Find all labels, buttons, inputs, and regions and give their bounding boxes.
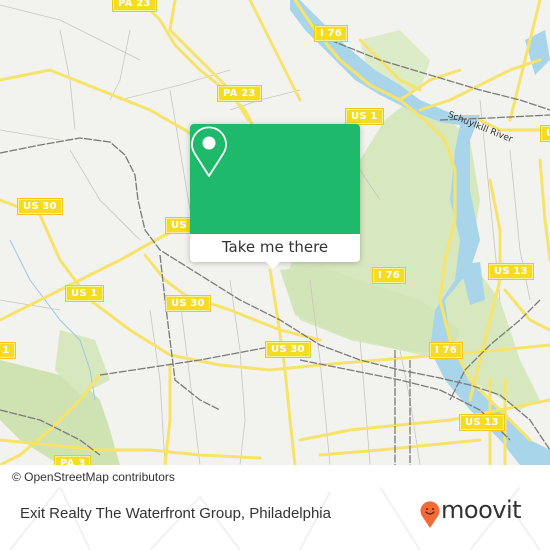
moovit-smiley-pin-icon xyxy=(420,501,440,528)
destination-popup[interactable]: Take me there xyxy=(190,124,360,269)
moovit-logo[interactable]: moovit xyxy=(420,496,540,531)
road-shield: US 1 xyxy=(345,108,384,125)
road-shield: US 30 xyxy=(165,295,211,312)
popup-header xyxy=(190,124,360,234)
footer-bar: Exit Realty The Waterfront Group, Philad… xyxy=(0,487,550,550)
road-shield: US 30 xyxy=(265,341,311,358)
road-shield: U xyxy=(539,125,550,142)
road-shield: US 1 xyxy=(65,285,104,302)
road-shield: US 30 xyxy=(17,198,63,215)
popup-pointer xyxy=(265,261,281,269)
map-pin-icon xyxy=(191,126,227,177)
road-pa23 xyxy=(138,0,257,132)
road-shield: US 1 xyxy=(0,342,16,359)
road-shield: I 76 xyxy=(429,342,463,359)
road-shield: PA 3 xyxy=(53,455,92,465)
moovit-wordmark: moovit xyxy=(441,496,522,524)
road-shield: PA 23 xyxy=(217,85,262,102)
road-shield: PA 23 xyxy=(112,0,157,12)
reservoir-north xyxy=(525,30,550,75)
road-shield: I 76 xyxy=(314,25,348,42)
road-shield: I 76 xyxy=(372,267,406,284)
map-canvas[interactable]: PA 23 PA 23 I 76 US 1 US 30 US 30 US 1 U… xyxy=(0,0,550,465)
take-me-there-button[interactable]: Take me there xyxy=(190,234,360,262)
road-shield: US 13 xyxy=(488,263,534,280)
place-title: Exit Realty The Waterfront Group, Philad… xyxy=(20,505,331,522)
road-shield: US 13 xyxy=(459,414,505,431)
road-us1 xyxy=(0,223,192,322)
map-attribution[interactable]: © OpenStreetMap contributors xyxy=(0,469,179,486)
